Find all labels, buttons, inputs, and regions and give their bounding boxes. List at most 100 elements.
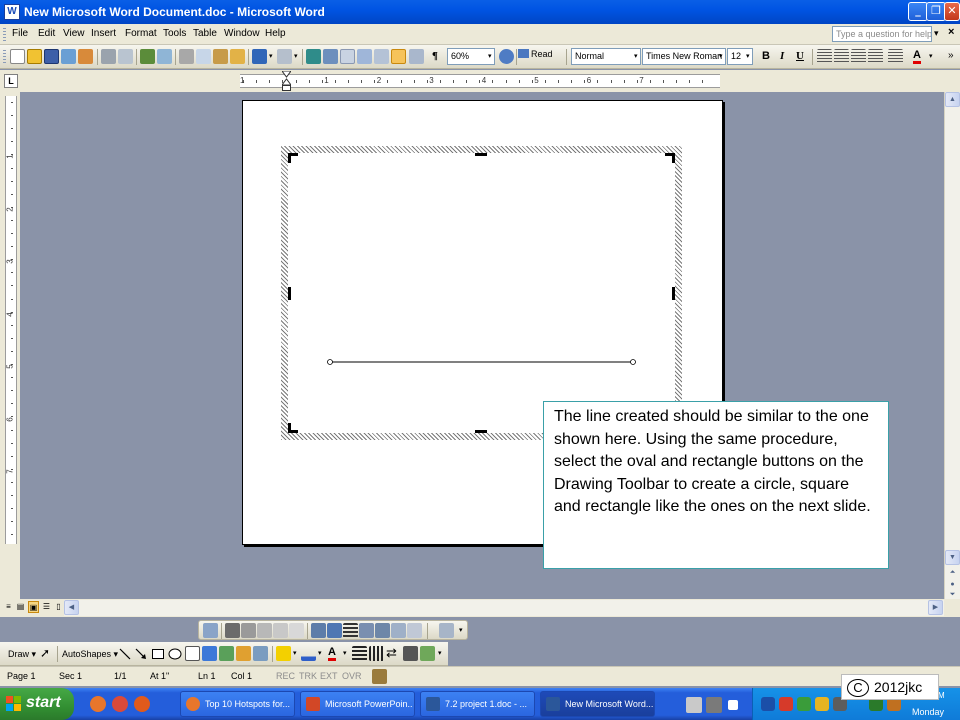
scroll-left-icon[interactable]: ◀ (64, 600, 79, 615)
format-picture-icon[interactable] (391, 623, 406, 638)
document-map-icon[interactable] (409, 49, 424, 64)
paste-icon[interactable] (213, 49, 228, 64)
align-right-icon[interactable] (851, 49, 866, 64)
font-select[interactable]: Times New Roman (642, 48, 726, 65)
normal-view-icon[interactable]: ≡ (3, 601, 14, 613)
align-center-icon[interactable] (834, 49, 849, 64)
canvas-handle[interactable] (475, 430, 487, 433)
font-color-dropdown-icon[interactable]: ▾ (929, 52, 933, 60)
horizontal-ruler[interactable]: 1 1 2 3 4 5 6 7 (240, 74, 720, 88)
scroll-track[interactable] (945, 108, 960, 548)
copy-icon[interactable] (196, 49, 211, 64)
format-painter-icon[interactable] (230, 49, 245, 64)
menu-format[interactable]: Format (125, 28, 157, 39)
tray-network-icon[interactable] (761, 697, 775, 711)
diagram-icon[interactable] (219, 646, 234, 661)
picture-toolbar-options-icon[interactable]: ▾ (459, 626, 463, 634)
menu-edit[interactable]: Edit (38, 28, 55, 39)
spelling-status-icon[interactable] (372, 669, 387, 684)
minimize-button[interactable]: _ (908, 2, 928, 21)
help-icon[interactable] (499, 49, 514, 64)
crop-icon[interactable] (311, 623, 326, 638)
print-preview-icon[interactable] (118, 49, 133, 64)
undo-icon[interactable] (252, 49, 267, 64)
pen-tool-icon[interactable] (686, 697, 702, 713)
chrome-quicklaunch-icon[interactable] (112, 696, 128, 712)
tab-selector[interactable]: L (4, 74, 18, 88)
menu-help[interactable]: Help (265, 28, 286, 39)
line-color-dropdown-icon[interactable]: ▾ (318, 649, 322, 657)
text-wrap-icon[interactable] (375, 623, 390, 638)
vertical-scrollbar[interactable]: ▲ ▼ ⏶ ● ⏷ (944, 92, 960, 599)
autoshapes-menu-button[interactable]: AutoShapes ▾ (62, 649, 118, 660)
show-hide-icon[interactable]: ¶ (432, 50, 438, 62)
print-icon[interactable] (101, 49, 116, 64)
drawing-canvas[interactable] (288, 153, 675, 433)
drawing-font-color-dropdown-icon[interactable]: ▾ (343, 649, 347, 657)
undo-dropdown-icon[interactable]: ▾ (269, 52, 273, 60)
style-select[interactable]: Normal (571, 48, 641, 65)
zoom-dropdown-icon[interactable]: ▾ (488, 52, 492, 60)
reset-picture-icon[interactable] (439, 623, 454, 638)
menu-tools[interactable]: Tools (163, 28, 186, 39)
close-button[interactable]: ✕ (944, 2, 960, 21)
insert-excel-icon[interactable] (357, 49, 372, 64)
more-contrast-icon[interactable] (241, 623, 256, 638)
clock-day[interactable]: Monday (912, 707, 944, 717)
task-new-word-document[interactable]: New Microsoft Word... (540, 691, 655, 717)
language-icon[interactable] (728, 700, 738, 710)
compress-icon[interactable] (359, 623, 374, 638)
drawing-toolbar-options-icon[interactable]: ▾ (438, 649, 442, 657)
justify-icon[interactable] (868, 49, 883, 64)
line-style-icon[interactable] (343, 623, 358, 638)
canvas-handle[interactable] (288, 423, 291, 433)
start-button[interactable]: start (0, 688, 74, 720)
document-close-icon[interactable]: × (948, 26, 954, 38)
less-brightness-icon[interactable] (289, 623, 304, 638)
menu-file[interactable]: File (12, 28, 28, 39)
drawing-toggle-icon[interactable] (391, 49, 406, 64)
clip-art-icon[interactable] (236, 646, 251, 661)
canvas-handle[interactable] (288, 153, 291, 163)
tray-update-icon[interactable] (797, 697, 811, 711)
indent-marker-icon[interactable] (282, 71, 291, 91)
canvas-handle[interactable] (672, 153, 675, 163)
help-dropdown-icon[interactable]: ▾ (934, 28, 939, 39)
task-project-doc[interactable]: 7.2 project 1.doc - ... (420, 691, 535, 717)
columns-icon[interactable] (374, 49, 389, 64)
size-dropdown-icon[interactable]: ▾ (746, 52, 750, 60)
style-dropdown-icon[interactable]: ▾ (634, 52, 638, 60)
font-color-button[interactable]: A (913, 50, 921, 64)
more-brightness-icon[interactable] (273, 623, 288, 638)
color-icon[interactable] (225, 623, 240, 638)
menu-grip-icon[interactable] (3, 28, 6, 41)
horizontal-scrollbar[interactable]: ◀ ▶ (64, 600, 944, 616)
line-color-icon[interactable] (301, 646, 316, 661)
oval-tool-icon[interactable] (168, 647, 182, 661)
redo-dropdown-icon[interactable]: ▾ (294, 52, 298, 60)
spelling-icon[interactable] (140, 49, 155, 64)
scroll-down-icon[interactable]: ▼ (945, 550, 960, 565)
arrow-tool-icon[interactable] (134, 647, 148, 661)
status-rec[interactable]: REC (276, 671, 295, 681)
canvas-handle[interactable] (288, 287, 291, 300)
picture-icon[interactable] (253, 646, 268, 661)
menu-window[interactable]: Window (224, 28, 260, 39)
redo-icon[interactable] (277, 49, 292, 64)
firefox-quicklaunch-icon[interactable] (90, 696, 106, 712)
rotate-icon[interactable] (327, 623, 342, 638)
font-dropdown-icon[interactable]: ▾ (719, 52, 723, 60)
insert-table-icon[interactable] (340, 49, 355, 64)
toolbar-grip-icon[interactable] (3, 50, 6, 64)
web-layout-icon[interactable]: ▤ (15, 601, 26, 613)
canvas-handle[interactable] (672, 287, 675, 300)
3d-style-icon[interactable] (420, 646, 435, 661)
line-tool-icon[interactable] (118, 647, 132, 661)
tray-security-icon[interactable] (779, 697, 793, 711)
drawing-font-color-button[interactable]: A (328, 647, 336, 661)
draw-menu-button[interactable]: Draw ▾ (8, 649, 36, 660)
cut-icon[interactable] (179, 49, 194, 64)
task-powerpoint[interactable]: Microsoft PowerPoin... (300, 691, 415, 717)
wordart-icon[interactable] (202, 646, 217, 661)
reading-layout-icon[interactable]: ▯ (53, 601, 64, 613)
